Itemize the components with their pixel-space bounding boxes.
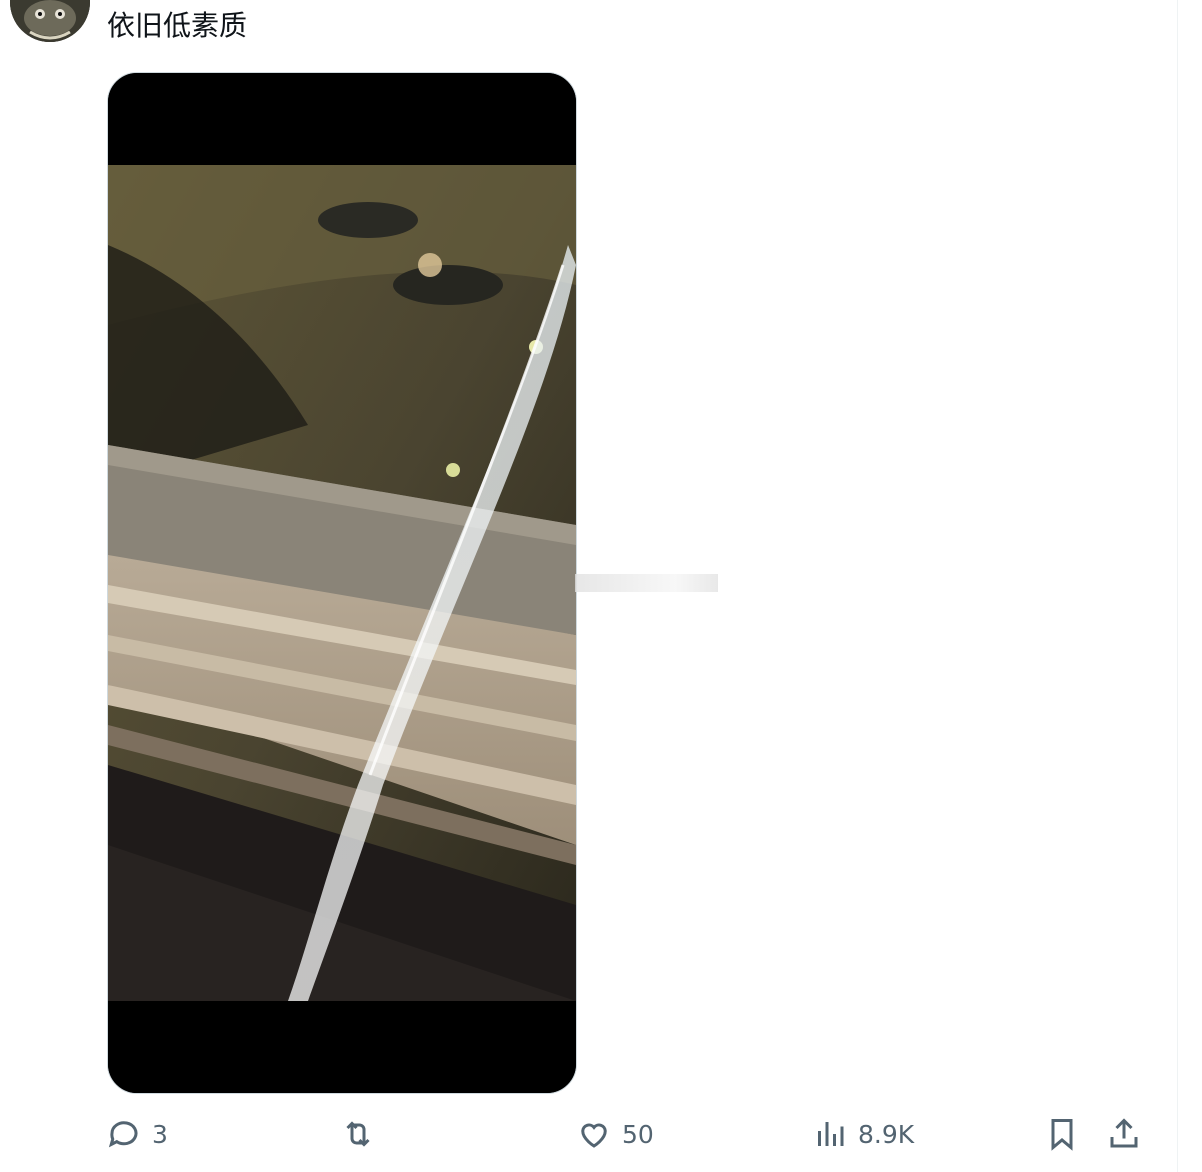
like-count: 50 xyxy=(622,1119,654,1149)
timeline-divider xyxy=(1177,0,1178,1172)
video-player[interactable] xyxy=(107,72,577,1094)
share-icon xyxy=(1110,1118,1138,1148)
tweet-text: 依旧低素质 xyxy=(107,9,248,42)
reply-button[interactable]: 3 xyxy=(106,1116,168,1152)
bookmark-button[interactable] xyxy=(1044,1116,1080,1152)
avatar[interactable] xyxy=(10,0,90,42)
retweet-button[interactable] xyxy=(340,1116,386,1152)
view-count: 8.9K xyxy=(858,1119,915,1149)
heart-icon xyxy=(581,1123,607,1148)
views-icon xyxy=(818,1122,844,1146)
video-letterbox-bottom xyxy=(108,1001,576,1093)
video-frame xyxy=(108,165,576,1001)
video-glare xyxy=(575,574,718,592)
views-button[interactable]: 8.9K xyxy=(812,1116,914,1152)
retweet-icon xyxy=(346,1121,370,1147)
reply-icon xyxy=(108,1121,138,1148)
like-button[interactable]: 50 xyxy=(576,1116,654,1152)
share-button[interactable] xyxy=(1106,1116,1142,1152)
tweet-actions: 3 50 8.9K xyxy=(0,1116,1202,1166)
reply-count: 3 xyxy=(152,1119,168,1149)
bookmark-icon xyxy=(1051,1119,1073,1151)
video-letterbox-top xyxy=(108,73,576,165)
